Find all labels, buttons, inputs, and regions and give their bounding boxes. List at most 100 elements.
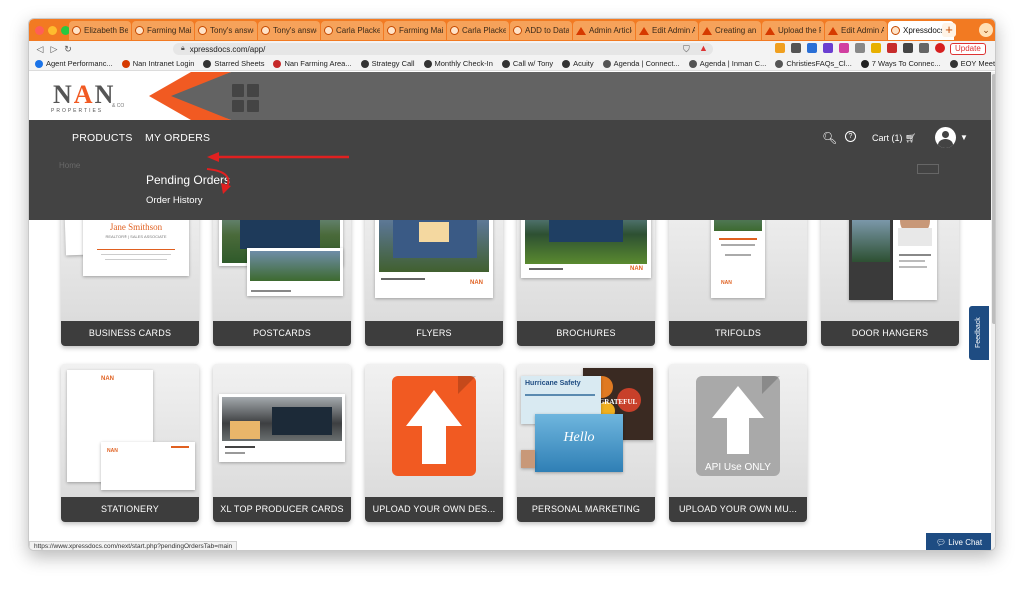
help-icon[interactable]: ? — [845, 131, 856, 142]
chevron-down-icon[interactable]: ▼ — [960, 133, 968, 142]
scrollbar-thumb[interactable] — [992, 74, 995, 324]
bookmark-item[interactable]: Nan Intranet Login — [121, 59, 194, 68]
minimize-window-icon[interactable] — [48, 25, 57, 35]
profile-icon[interactable] — [935, 43, 945, 53]
tab-title: Carla Placker - — [462, 26, 506, 35]
zoom-icon — [423, 59, 432, 68]
product-card-upload-your-own-design[interactable]: UPLOAD YOUR OWN DES... — [365, 364, 503, 522]
browser-tab[interactable]: Farming Mailer — [132, 21, 194, 40]
site-favicon-icon — [450, 26, 459, 35]
logo-letter: N — [53, 80, 74, 109]
tab-title: Upload the PDF — [778, 26, 821, 35]
cart-link[interactable]: Cart (1) 🛒︎ — [872, 133, 916, 144]
bookmark-item[interactable]: Acuity — [562, 59, 594, 68]
bookmark-item[interactable]: ChristiesFAQs_Cl... — [775, 59, 852, 68]
site-header: NAN PROPERTIES & CO — [29, 72, 991, 120]
product-label: FLYERS — [365, 321, 503, 346]
globe-icon — [688, 59, 697, 68]
url-field[interactable]: 🔒︎ xpressdocs.com/app/ — [173, 43, 713, 55]
browser-tab[interactable]: Edit Admin Arti — [825, 21, 887, 40]
browser-tabs: Elizabeth Berug Farming Mailer Tony's answ… — [69, 21, 955, 41]
bookmark-label: EOY Meetings — [960, 59, 996, 68]
extension-icon[interactable] — [839, 43, 849, 53]
browser-tab[interactable]: Farming Mailer — [384, 21, 446, 40]
browser-tab[interactable]: Tony's answer — [258, 21, 320, 40]
scrollbar[interactable] — [991, 72, 995, 550]
close-window-icon[interactable] — [35, 25, 44, 35]
tab-title: ADD to Data St — [525, 26, 569, 35]
feedback-tab[interactable]: Feedback — [969, 306, 989, 360]
extension-icon[interactable] — [855, 43, 865, 53]
site-favicon-icon — [135, 26, 144, 35]
back-icon[interactable]: ◁ — [33, 44, 47, 55]
extension-icon[interactable] — [871, 43, 881, 53]
agent-title: REALTOR® | SALES ASSOCIATE — [105, 234, 167, 239]
nav-products[interactable]: PRODUCTS — [72, 132, 133, 144]
bookmark-item[interactable]: 7 Ways To Connec... — [860, 59, 941, 68]
browser-tab[interactable]: Carla Placker - — [321, 21, 383, 40]
product-card-xl-top-producer-cards[interactable]: XL TOP PRODUCER CARDS — [213, 364, 351, 522]
app-grid-icon[interactable] — [232, 84, 260, 112]
browser-tab[interactable]: Edit Admin Arti — [636, 21, 698, 40]
bookmark-item[interactable]: Agenda | Connect... — [602, 59, 680, 68]
search-icon[interactable]: 🔍︎ — [822, 131, 837, 145]
browser-tab[interactable]: Admin Articles — [573, 21, 635, 40]
upload-doc-icon — [392, 376, 476, 476]
puzzle-icon[interactable] — [903, 43, 913, 53]
extension-icon[interactable] — [791, 43, 801, 53]
live-chat-button[interactable]: 💬︎ Live Chat — [926, 533, 992, 550]
browser-tab[interactable]: Carla Placker - — [447, 21, 509, 40]
site-favicon-icon — [261, 26, 270, 35]
rewards-icon[interactable]: ▲ — [699, 43, 708, 53]
update-button[interactable]: Update — [950, 43, 986, 55]
bookmark-item[interactable]: Call w/ Tony — [501, 59, 553, 68]
bookmark-item[interactable]: Starred Sheets — [203, 59, 264, 68]
bookmark-label: Agent Performanc... — [46, 59, 113, 68]
bookmark-label: Acuity — [573, 59, 594, 68]
menu-item-order-history[interactable]: Order History — [146, 195, 202, 206]
extension-icon[interactable] — [823, 43, 833, 53]
api-use-only-text: API Use ONLY — [705, 462, 771, 473]
bookmark-item[interactable]: Strategy Call — [360, 59, 415, 68]
bookmark-item[interactable]: Nan Farming Area... — [273, 59, 352, 68]
extension-icon[interactable] — [775, 43, 785, 53]
warning-icon — [121, 59, 130, 68]
shield-icon[interactable]: ⛉ — [683, 44, 690, 55]
browser-tab[interactable]: Upload the PDF — [762, 21, 824, 40]
product-card-upload-your-own-multiple[interactable]: API Use ONLY UPLOAD YOUR OWN MU... — [669, 364, 807, 522]
logo[interactable]: NAN PROPERTIES & CO — [29, 72, 141, 120]
globe-icon — [602, 59, 611, 68]
product-thumbnail — [365, 364, 503, 497]
zoom-icon — [562, 59, 571, 68]
product-thumbnail: NAN NAN — [61, 364, 199, 497]
bookmark-item[interactable]: EOY Meetings — [949, 59, 996, 68]
live-chat-label: Live Chat — [948, 538, 983, 547]
menu-item-pending-orders[interactable]: Pending Orders — [146, 173, 230, 187]
reload-icon[interactable]: ↻ — [61, 44, 75, 55]
warning-icon — [828, 26, 838, 35]
bookmark-item[interactable]: Agent Performanc... — [35, 59, 113, 68]
tab-menu-icon[interactable]: ⌄ — [979, 23, 993, 37]
product-thumbnail — [213, 364, 351, 497]
forward-icon[interactable]: ▷ — [47, 44, 61, 55]
product-card-stationery[interactable]: NAN NAN STATIONERY — [61, 364, 199, 522]
bookmark-label: Strategy Call — [371, 59, 415, 68]
browser-tab[interactable]: ADD to Data St — [510, 21, 572, 40]
upload-doc-icon: API Use ONLY — [696, 376, 780, 476]
bookmark-label: Monthly Check-In — [434, 59, 493, 68]
avatar[interactable] — [935, 127, 956, 148]
new-tab-button[interactable]: + — [942, 23, 956, 37]
extension-icon[interactable] — [807, 43, 817, 53]
product-card-personal-marketing[interactable]: GRATEFUL Hurricane Safety Hello PERSONAL… — [517, 364, 655, 522]
browser-tab[interactable]: Elizabeth Berug — [69, 21, 131, 40]
bookmark-item[interactable]: Agenda | Inman C... — [688, 59, 766, 68]
sidebar-icon[interactable] — [919, 43, 929, 53]
browser-tab[interactable]: Tony's answer — [195, 21, 257, 40]
extension-icon[interactable] — [887, 43, 897, 53]
address-bar: ◁ ▷ ↻ ▯ 🔒︎ xpressdocs.com/app/ ⛉ ▲ Updat… — [29, 41, 995, 57]
zoom-icon — [949, 59, 958, 68]
product-thumbnail: API Use ONLY — [669, 364, 807, 497]
nav-my-orders[interactable]: MY ORDERS — [145, 132, 210, 144]
bookmark-item[interactable]: Monthly Check-In — [423, 59, 493, 68]
browser-tab[interactable]: Creating an ord — [699, 21, 761, 40]
